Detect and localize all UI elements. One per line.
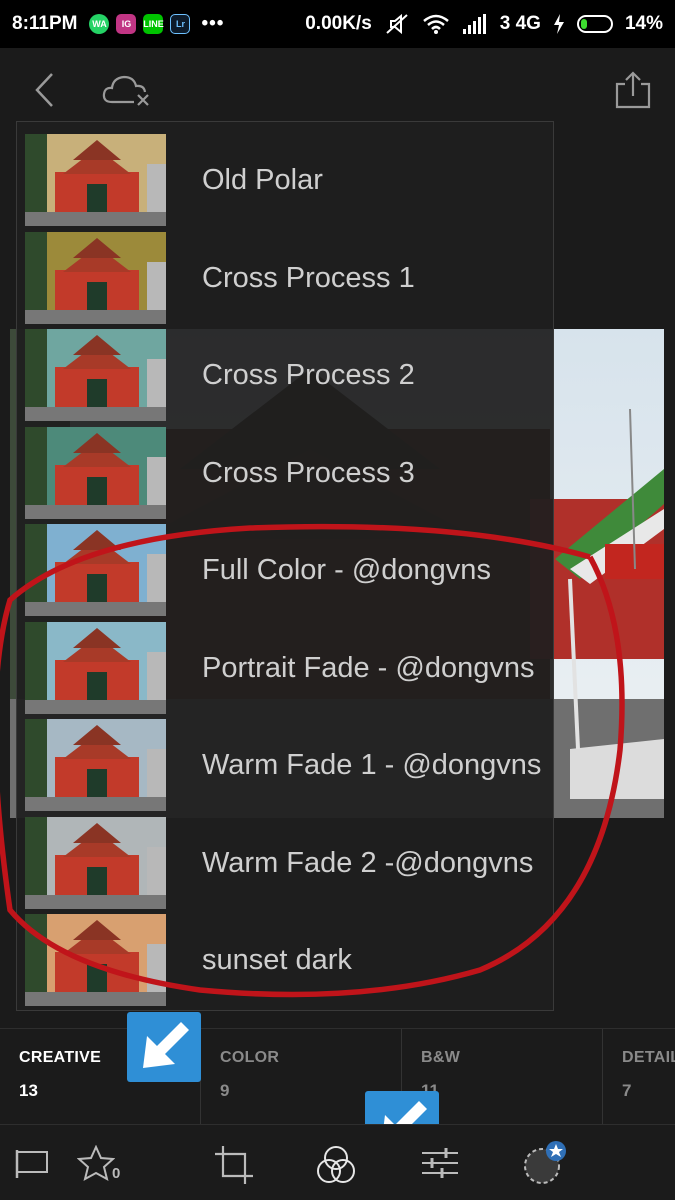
- preset-item[interactable]: Portrait Fade - @dongvns: [25, 622, 551, 714]
- flag-icon: [15, 1150, 48, 1178]
- preset-thumbnail: [25, 622, 166, 714]
- preset-label: sunset dark: [202, 944, 352, 976]
- share-icon: [615, 71, 651, 109]
- tab-creative-count: 13: [19, 1081, 38, 1100]
- preset-item[interactable]: Cross Process 1: [25, 232, 551, 324]
- back-button[interactable]: [24, 68, 64, 112]
- rating-button[interactable]: [76, 1143, 116, 1183]
- preset-label: Portrait Fade - @dongvns: [202, 652, 535, 684]
- status-bar: 8:11PM WA IG LINE Lr ••• 0.00K/s 3 4G 14…: [0, 0, 675, 48]
- tab-detail[interactable]: DETAIL 7: [603, 1029, 675, 1125]
- top-app-bar: [0, 48, 675, 130]
- share-button[interactable]: [610, 68, 656, 112]
- preset-label: Cross Process 2: [202, 359, 415, 391]
- line-app-icon: LINE: [143, 14, 164, 34]
- more-notifications-icon: •••: [201, 13, 225, 34]
- whatsapp-icon: WA: [89, 14, 110, 34]
- bottom-toolbar: 0: [0, 1124, 675, 1200]
- preset-thumbnail: [25, 524, 166, 616]
- preset-thumbnail: [25, 134, 166, 226]
- preset-thumbnail: [25, 719, 166, 811]
- network-type: 3 4G: [499, 13, 541, 34]
- sliders-icon: [422, 1148, 458, 1178]
- presets-button[interactable]: [314, 1143, 358, 1187]
- preset-item[interactable]: Old Polar: [25, 134, 551, 226]
- preset-thumbnail: [25, 914, 166, 1006]
- tab-detail-count: 7: [622, 1081, 632, 1100]
- tab-bw-label: B&W: [421, 1049, 461, 1066]
- preset-item[interactable]: Warm Fade 2 -@dongvns: [25, 817, 551, 909]
- preset-category-tabs: CREATIVE 13 COLOR 9 B&W 11 DETAIL 7: [0, 1028, 675, 1125]
- selective-edit-button[interactable]: [520, 1139, 570, 1189]
- presets-icon: [317, 1146, 355, 1183]
- battery-icon: [576, 15, 613, 33]
- preset-thumbnail: [25, 329, 166, 421]
- charging-icon: [553, 14, 564, 34]
- preset-item[interactable]: Full Color - @dongvns: [25, 524, 551, 616]
- preset-label: Cross Process 3: [202, 457, 415, 489]
- cloud-off-icon: [102, 75, 149, 106]
- network-speed: 0.00K/s: [305, 13, 372, 34]
- preset-item[interactable]: Cross Process 2: [25, 329, 551, 421]
- signal-icon: [462, 14, 486, 34]
- preset-label: Cross Process 1: [202, 262, 415, 294]
- status-time: 8:11PM: [12, 13, 78, 34]
- lightroom-icon: Lr: [170, 14, 191, 34]
- crop-button[interactable]: [212, 1143, 256, 1187]
- preset-item[interactable]: sunset dark: [25, 914, 551, 1006]
- preset-label: Warm Fade 1 - @dongvns: [202, 749, 542, 781]
- preset-label: Warm Fade 2 -@dongvns: [202, 847, 534, 879]
- selective-icon: [524, 1141, 566, 1184]
- chevron-left-icon: [35, 73, 53, 107]
- preset-item[interactable]: Warm Fade 1 - @dongvns: [25, 719, 551, 811]
- cloud-sync-button[interactable]: [100, 70, 154, 110]
- preset-label: Old Polar: [202, 164, 323, 196]
- instagram-icon: IG: [116, 14, 137, 34]
- tab-color-label: COLOR: [220, 1049, 280, 1066]
- blue-arrow-annotation: [127, 1012, 201, 1082]
- preset-label: Full Color - @dongvns: [202, 554, 491, 586]
- adjust-button[interactable]: [420, 1143, 460, 1183]
- crop-icon: [215, 1146, 253, 1184]
- battery-level: 14%: [624, 13, 663, 34]
- preset-item[interactable]: Cross Process 3: [25, 427, 551, 519]
- tab-bw-count: 11: [421, 1081, 602, 1101]
- flag-button[interactable]: [12, 1143, 52, 1183]
- preset-thumbnail: [25, 232, 166, 324]
- arrow-down-left-icon: [143, 1022, 189, 1068]
- preset-thumbnail: [25, 427, 166, 519]
- mute-icon: [386, 13, 408, 35]
- star-icon: [77, 1145, 115, 1181]
- wifi-icon: [422, 14, 449, 34]
- tab-detail-label: DETAIL: [622, 1049, 675, 1066]
- star-rating-count: 0: [112, 1165, 121, 1182]
- preset-list[interactable]: Old Polar Cross Process 1 Cross Process 2 C…: [16, 121, 554, 1011]
- preset-thumbnail: [25, 817, 166, 909]
